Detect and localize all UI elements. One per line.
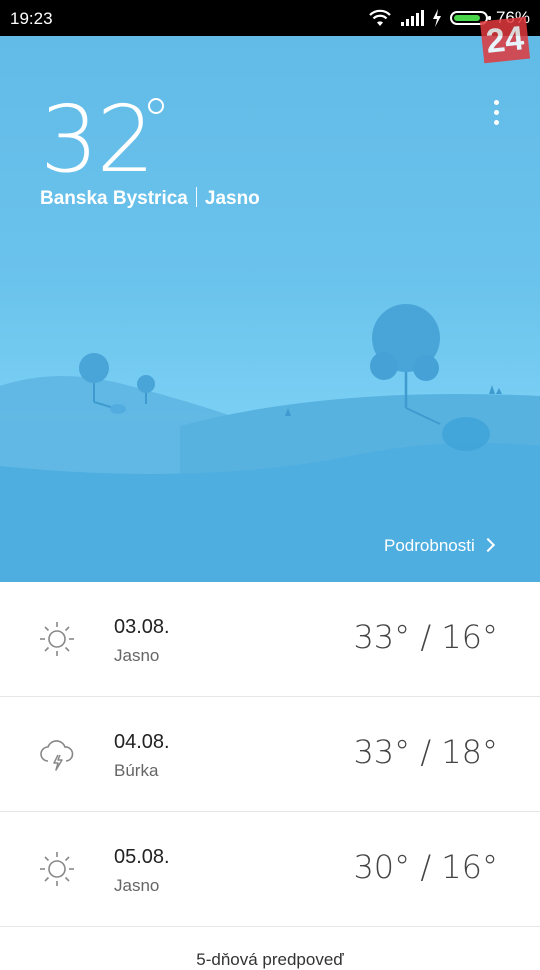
status-time: 19:23 bbox=[10, 9, 53, 28]
forecast-date: 05.08. bbox=[114, 846, 170, 868]
location-separator bbox=[195, 187, 197, 207]
details-label: Podrobnosti bbox=[384, 536, 475, 555]
forecast-temperature-range: 30° / 16° bbox=[353, 848, 498, 886]
forecast-list: 03.08. Jasno 33° / 16° 04.08. Búrka 33° … bbox=[0, 582, 540, 927]
signal-icon bbox=[400, 10, 424, 26]
forecast-row[interactable]: 05.08. Jasno 30° / 16° bbox=[0, 812, 540, 927]
forecast-condition: Jasno bbox=[114, 646, 160, 665]
forecast-row[interactable]: 04.08. Búrka 33° / 18° bbox=[0, 697, 540, 812]
forecast-temperature-range: 33° / 16° bbox=[353, 618, 498, 656]
forecast-date: 04.08. bbox=[114, 731, 170, 753]
more-options-icon[interactable] bbox=[488, 98, 506, 128]
five-day-forecast-link[interactable]: 5-dňová predpoveď bbox=[0, 950, 540, 970]
location-condition: Banska Bystrica Jasno bbox=[40, 187, 260, 210]
chevron-right-icon bbox=[480, 537, 495, 553]
charging-icon bbox=[432, 9, 441, 27]
forecast-temperature-range: 33° / 18° bbox=[353, 733, 498, 771]
degree-symbol-icon bbox=[148, 98, 164, 114]
thunderstorm-icon bbox=[40, 740, 74, 771]
weather-hero: 32 Banska Bystrica Jasno Podrobnosti bbox=[0, 36, 540, 582]
sun-icon bbox=[40, 622, 74, 656]
watermark-logo: 24 bbox=[479, 16, 531, 64]
current-temperature: 32 bbox=[40, 86, 155, 193]
current-condition: Jasno bbox=[204, 188, 260, 209]
sun-icon bbox=[40, 852, 74, 886]
city-name: Banska Bystrica bbox=[40, 188, 188, 209]
details-link[interactable]: Podrobnosti bbox=[384, 536, 495, 556]
forecast-condition: Jasno bbox=[114, 876, 160, 895]
status-bar: 19:23 76% bbox=[0, 0, 540, 36]
wifi-icon bbox=[369, 9, 391, 26]
forecast-row[interactable]: 03.08. Jasno 33° / 16° bbox=[0, 582, 540, 697]
forecast-date: 03.08. bbox=[114, 616, 170, 638]
forecast-condition: Búrka bbox=[114, 761, 159, 780]
